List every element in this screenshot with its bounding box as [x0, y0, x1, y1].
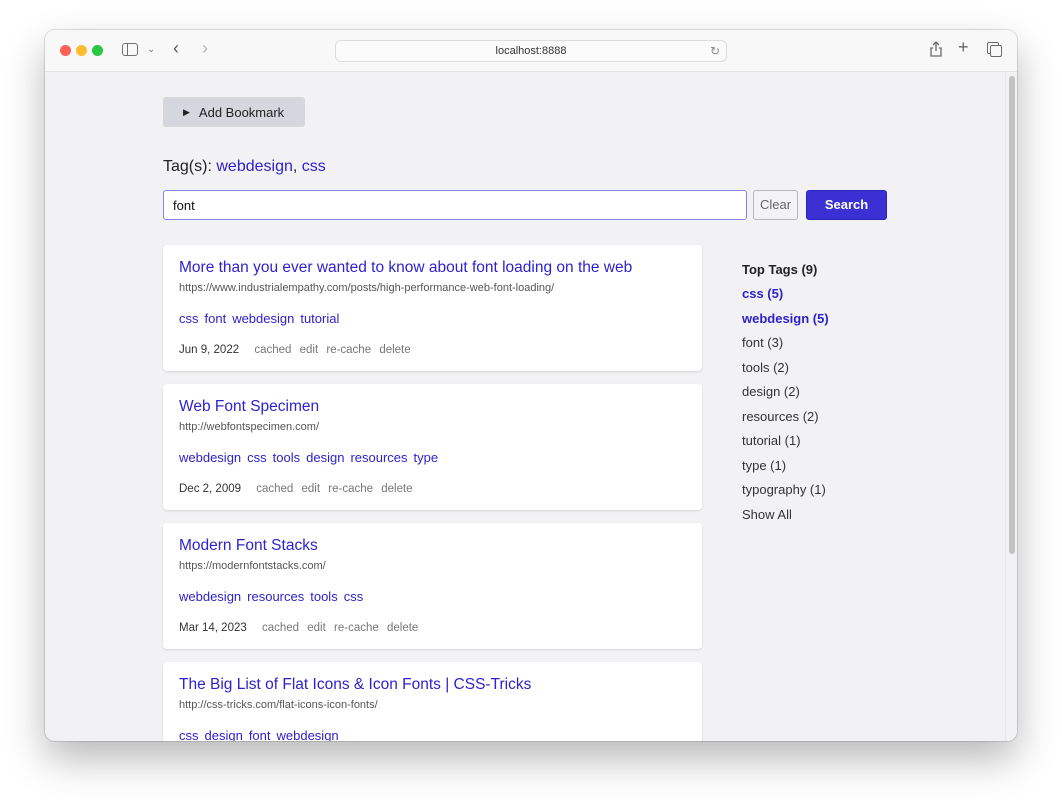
filter-tag-link[interactable]: webdesign: [216, 158, 293, 175]
bookmark-tag-link[interactable]: resources: [350, 450, 407, 465]
top-tag-link[interactable]: resources (2): [742, 409, 829, 434]
zoom-window-button[interactable]: [92, 45, 103, 56]
top-tag-link[interactable]: tutorial (1): [742, 433, 829, 458]
bookmark-tag-link[interactable]: css: [344, 589, 364, 604]
add-bookmark-label: Add Bookmark: [198, 104, 285, 120]
bookmark-tag-link[interactable]: webdesign: [179, 450, 241, 465]
cached-link[interactable]: cached: [256, 483, 293, 495]
show-all-link[interactable]: Show All: [742, 507, 829, 532]
clear-button[interactable]: Clear: [753, 190, 798, 220]
tag-filter: Tag(s): webdesign, css: [163, 158, 326, 176]
bookmark-tag-link[interactable]: design: [306, 450, 344, 465]
top-tags-panel: Top Tags (9) css (5) webdesign (5) font …: [742, 262, 829, 531]
bookmark-tag-link[interactable]: webdesign: [179, 589, 241, 604]
bookmark-tag-link[interactable]: webdesign: [277, 728, 339, 741]
bookmark-tag-link[interactable]: css: [247, 450, 267, 465]
bookmark-card: Web Font Specimen http://webfontspecimen…: [163, 384, 702, 510]
bookmark-meta: Dec 2, 2009 cached edit re-cache delete: [179, 483, 686, 495]
sidebar-toggle-icon[interactable]: [122, 43, 138, 56]
close-window-button[interactable]: [60, 45, 71, 56]
reload-icon[interactable]: ↻: [710, 41, 720, 61]
bookmark-card: More than you ever wanted to know about …: [163, 245, 702, 371]
search-input[interactable]: [163, 190, 747, 220]
top-tag-link[interactable]: webdesign (5): [742, 311, 829, 336]
edit-link[interactable]: edit: [300, 344, 319, 356]
bookmark-tag-link[interactable]: webdesign: [232, 311, 294, 326]
bookmark-tags: webdesign css tools design resources type: [179, 450, 686, 465]
share-icon[interactable]: [929, 41, 943, 59]
bookmark-url: https://modernfontstacks.com/: [179, 560, 326, 572]
bookmark-tags: css font webdesign tutorial: [179, 311, 686, 326]
bookmark-title-link[interactable]: More than you ever wanted to know about …: [179, 259, 686, 277]
delete-link[interactable]: delete: [387, 622, 418, 634]
bookmark-tag-link[interactable]: tools: [310, 589, 337, 604]
search-button[interactable]: Search: [806, 190, 887, 220]
browser-window: ⌄ ‹ › localhost:8888 ↻ + ▶ Add Bookmark …: [45, 30, 1017, 741]
edit-link[interactable]: edit: [307, 622, 326, 634]
re-cache-link[interactable]: re-cache: [326, 344, 371, 356]
bookmark-title-link[interactable]: Modern Font Stacks: [179, 537, 686, 555]
bookmark-date: Dec 2, 2009: [179, 483, 242, 495]
chevron-down-icon[interactable]: ⌄: [147, 43, 155, 57]
new-tab-icon[interactable]: +: [958, 38, 969, 56]
tag-filter-label: Tag(s):: [163, 158, 212, 175]
top-tag-link[interactable]: font (3): [742, 335, 829, 360]
bookmark-date: Jun 9, 2022: [179, 344, 240, 356]
bookmark-tag-link[interactable]: design: [205, 728, 243, 741]
page-content: ▶ Add Bookmark Tag(s): webdesign, css Cl…: [45, 72, 1005, 741]
bookmark-date: Mar 14, 2023: [179, 622, 247, 634]
bookmark-title-link[interactable]: Web Font Specimen: [179, 398, 686, 416]
bookmark-meta: Jun 9, 2022 cached edit re-cache delete: [179, 344, 686, 356]
bookmark-tag-link[interactable]: css: [179, 311, 199, 326]
re-cache-link[interactable]: re-cache: [334, 622, 379, 634]
address-bar-url: localhost:8888: [495, 45, 567, 57]
bookmark-tag-link[interactable]: resources: [247, 589, 304, 604]
bookmark-tag-link[interactable]: font: [205, 311, 227, 326]
bookmark-url: http://css-tricks.com/flat-icons-icon-fo…: [179, 699, 378, 711]
minimize-window-button[interactable]: [76, 45, 87, 56]
bookmark-meta: Mar 14, 2023 cached edit re-cache delete: [179, 622, 686, 634]
top-tag-link[interactable]: tools (2): [742, 360, 829, 385]
add-bookmark-button[interactable]: ▶ Add Bookmark: [163, 97, 305, 127]
delete-link[interactable]: delete: [381, 483, 412, 495]
bookmark-tag-link[interactable]: tutorial: [300, 311, 339, 326]
scrollbar-thumb[interactable]: [1009, 76, 1015, 554]
bookmark-url: http://webfontspecimen.com/: [179, 421, 320, 433]
bookmark-tag-link[interactable]: font: [249, 728, 271, 741]
filter-tag-link[interactable]: css: [302, 158, 326, 175]
forward-arrow-icon[interactable]: ›: [202, 39, 208, 57]
tag-separator: ,: [292, 158, 302, 175]
delete-link[interactable]: delete: [379, 344, 410, 356]
bookmark-title-link[interactable]: The Big List of Flat Icons & Icon Fonts …: [179, 676, 686, 694]
top-tag-link[interactable]: type (1): [742, 458, 829, 483]
cached-link[interactable]: cached: [262, 622, 299, 634]
tab-overview-icon[interactable]: [987, 42, 1002, 57]
bookmark-tag-link[interactable]: type: [414, 450, 439, 465]
re-cache-link[interactable]: re-cache: [328, 483, 373, 495]
bookmark-tag-link[interactable]: css: [179, 728, 199, 741]
bookmark-tags: css design font webdesign: [179, 728, 686, 741]
edit-link[interactable]: edit: [302, 483, 321, 495]
top-tag-link[interactable]: css (5): [742, 286, 829, 311]
back-arrow-icon[interactable]: ‹: [173, 39, 179, 57]
cached-link[interactable]: cached: [254, 344, 291, 356]
bookmark-tags: webdesign resources tools css: [179, 589, 686, 604]
vertical-scrollbar[interactable]: [1005, 72, 1017, 741]
address-bar[interactable]: localhost:8888 ↻: [335, 40, 727, 62]
bookmark-card: Modern Font Stacks https://modernfontsta…: [163, 523, 702, 649]
top-tag-link[interactable]: typography (1): [742, 482, 829, 507]
bookmark-url: https://www.industrialempathy.com/posts/…: [179, 282, 555, 294]
browser-toolbar: ⌄ ‹ › localhost:8888 ↻ +: [45, 30, 1017, 72]
top-tag-link[interactable]: design (2): [742, 384, 829, 409]
top-tags-header: Top Tags (9): [742, 262, 818, 277]
bookmark-tag-link[interactable]: tools: [273, 450, 300, 465]
bookmark-card: The Big List of Flat Icons & Icon Fonts …: [163, 662, 702, 741]
disclosure-triangle-icon: ▶: [183, 106, 190, 117]
